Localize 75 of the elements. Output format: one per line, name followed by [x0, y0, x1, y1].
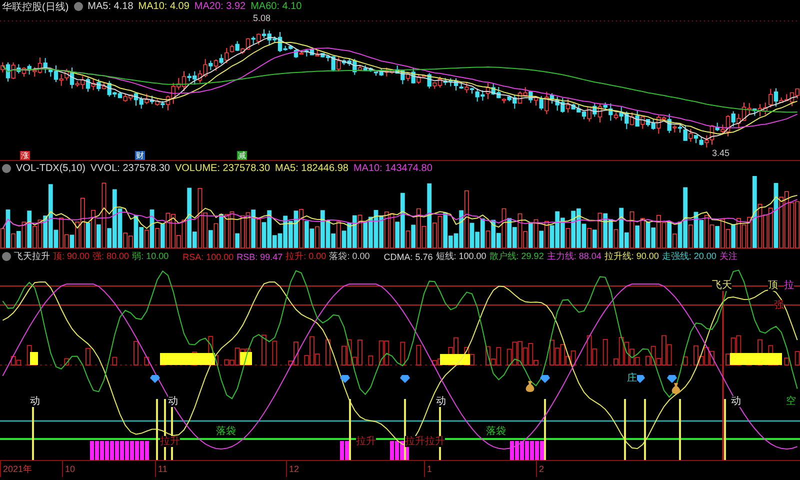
chart-label: 庄	[627, 373, 637, 384]
chart-label: 动	[30, 396, 40, 407]
event-tag: 涨	[20, 151, 30, 160]
diamond-icon	[150, 375, 160, 383]
chart-label: 空	[786, 396, 796, 407]
high-price-label: 5.08	[253, 13, 271, 23]
low-price-label: 3.45	[712, 148, 730, 158]
indicator-value: 拉升: 0.00	[286, 250, 326, 263]
indicator-title: 华联控股(日线)	[2, 0, 69, 14]
chart-label: 顶	[768, 280, 778, 291]
indicator-value: MA5: 182446.98	[275, 163, 348, 174]
signal-block	[30, 352, 38, 365]
signal-marker-line	[404, 399, 406, 460]
indicator-title: 飞天拉升	[14, 250, 50, 263]
dropdown-icon[interactable]	[74, 2, 83, 11]
indicator-value: 落袋: 0.00	[329, 250, 370, 263]
indicator-value: 拉升线: 90.00	[604, 250, 659, 263]
indicator-title: VOL-TDX(5,10)	[16, 163, 86, 174]
chart-label: 拉升	[356, 436, 376, 447]
indicator-value: 散户线: 29.92	[489, 250, 544, 263]
indicator-value: 顶: 90.00	[53, 250, 90, 263]
diamond-icon	[635, 375, 645, 383]
time-axis-label: 2	[536, 461, 544, 477]
time-axis-label: 2021年	[0, 461, 32, 477]
event-tag: 减	[237, 151, 247, 160]
diamond-icon	[400, 375, 410, 383]
chart-label: 动	[436, 396, 446, 407]
signal-block	[240, 352, 252, 365]
chart-label: 落袋	[216, 426, 236, 437]
signal-marker-line	[156, 399, 158, 460]
event-tag: 财	[135, 151, 145, 160]
money-bag-icon	[525, 381, 535, 392]
signal-block	[730, 353, 782, 365]
chart-label: 拉升	[160, 436, 180, 447]
money-bag-icon	[671, 383, 681, 394]
chart-label: 拉升拉升	[405, 436, 445, 447]
indicator-value: MA60: 4.10	[250, 1, 302, 12]
time-axis-label: 12	[286, 461, 300, 477]
signal-marker-line	[164, 399, 166, 460]
dropdown-icon[interactable]	[2, 252, 11, 261]
diamond-icon	[540, 375, 550, 383]
indicator-value: 关注	[719, 250, 738, 263]
chart-label: 强	[774, 300, 784, 311]
indicator-value: MA10: 4.09	[138, 1, 190, 12]
signal-marker-line	[624, 399, 626, 460]
signal-marker-line	[679, 399, 681, 460]
indicator-value: VVOL: 237578.30	[90, 163, 170, 174]
indicator-value: 强: 80.00	[92, 250, 130, 263]
indicator-value: RSB: 99.47	[236, 252, 283, 262]
diamond-icon	[667, 375, 677, 383]
signal-block	[160, 353, 215, 365]
indicator-value: 走强线: 20.00	[662, 250, 716, 263]
chart-label: 落袋	[486, 426, 506, 437]
time-axis-label: 10	[62, 461, 76, 477]
time-axis-label: 1	[424, 461, 432, 477]
chart-label: 动	[731, 396, 741, 407]
indicator-value: MA5: 4.18	[88, 1, 134, 12]
chart-label: 拉	[784, 280, 794, 291]
time-axis-label: 11	[155, 461, 168, 477]
indicator-value: 短线: 100.00	[436, 250, 486, 263]
diamond-icon	[340, 375, 350, 383]
indicator-value: CDMA: 5.76	[384, 252, 433, 262]
chart-label: 飞天	[712, 280, 732, 291]
indicator-value: 弱: 10.00	[132, 250, 169, 263]
indicator-value: 主力线: 88.04	[546, 250, 602, 263]
signal-marker-line	[544, 399, 546, 460]
indicator-value: VOLUME: 237578.30	[174, 163, 270, 174]
indicator-value: MA10: 143474.80	[353, 163, 432, 174]
signal-block	[440, 354, 470, 365]
chart-label: 动	[168, 396, 178, 407]
dropdown-icon[interactable]	[2, 164, 11, 173]
signal-marker-line	[349, 399, 351, 460]
indicator-value: MA20: 3.92	[194, 1, 246, 12]
signal-marker-line	[644, 399, 646, 460]
indicator-value: RSA: 100.00	[182, 252, 234, 262]
